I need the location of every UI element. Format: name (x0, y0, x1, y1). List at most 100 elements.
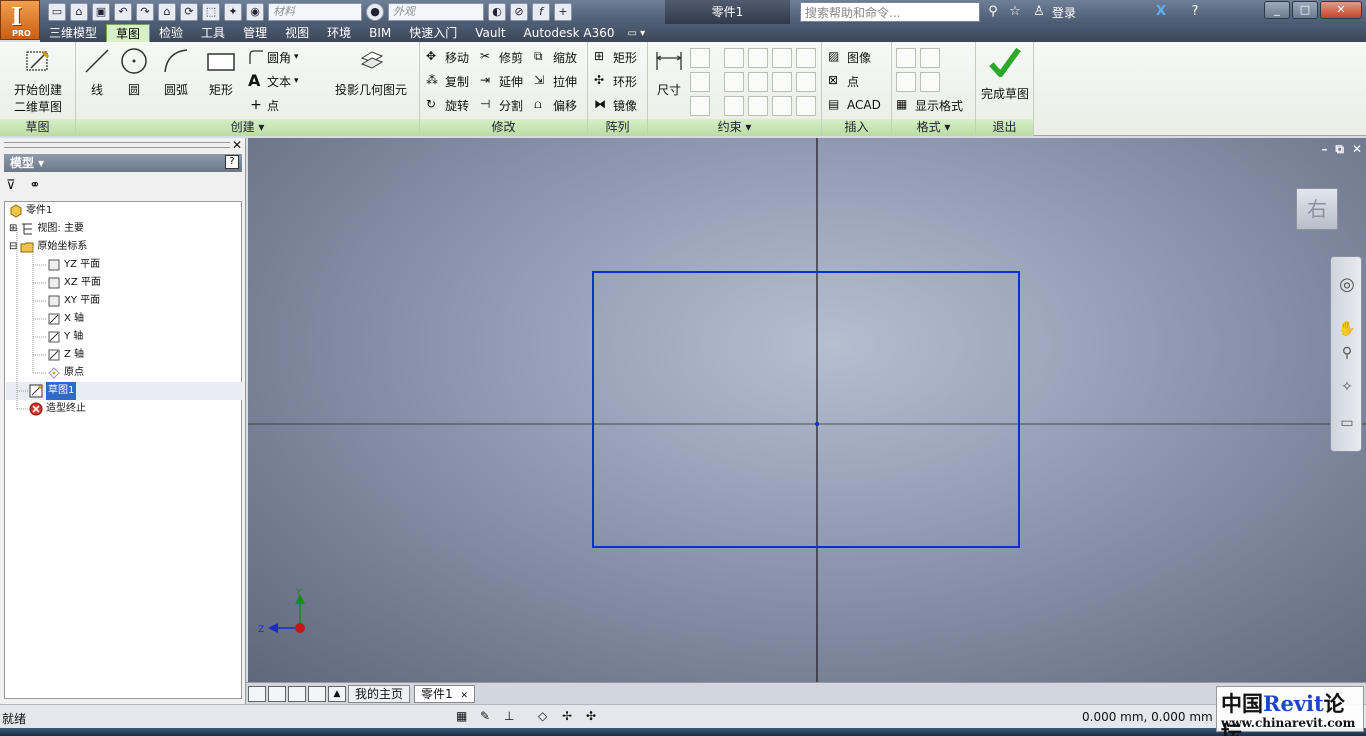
tab-3d-model[interactable]: 三维模型 (40, 24, 106, 42)
construction-icon[interactable] (896, 48, 916, 68)
orbit-icon[interactable]: ✧ (1337, 377, 1357, 397)
tangent-constraint-icon[interactable] (724, 96, 744, 116)
tab-close-icon[interactable]: ✕ (460, 691, 468, 701)
search-input[interactable]: 搜索帮助和命令... (800, 2, 980, 22)
new-file-icon[interactable]: ▭ (48, 3, 66, 21)
add-icon[interactable]: + (554, 3, 572, 21)
coincident-constraint-icon[interactable] (724, 48, 744, 68)
look-at-icon[interactable]: ▭ (1337, 413, 1357, 433)
appearance-sphere-icon[interactable]: ● (366, 3, 384, 21)
tab-sketch[interactable]: 草图 (106, 24, 151, 42)
fillet-button[interactable]: 圆角 ▾ (248, 47, 299, 67)
save-icon[interactable]: ▣ (92, 3, 110, 21)
extend-button[interactable]: ⇥ 延伸 (480, 71, 523, 91)
stretch-button[interactable]: ⇲ 拉伸 (534, 71, 577, 91)
find-binoculars-icon[interactable]: ⚭ (30, 178, 41, 193)
steering-wheel-icon[interactable]: ◎ (1337, 275, 1357, 295)
move-button[interactable]: ✥ 移动 (426, 47, 469, 67)
viewcube[interactable]: 右 (1296, 188, 1338, 230)
zoom-icon[interactable]: ⚲ (1337, 343, 1357, 363)
exchange-icon[interactable]: X (1152, 3, 1170, 21)
login-link[interactable]: 登录 (1052, 4, 1076, 21)
point-button[interactable]: + 点 (248, 95, 279, 115)
material-dropdown[interactable]: 材料 (268, 3, 362, 21)
browser-help-icon[interactable]: ? (225, 155, 239, 169)
tab-get-started[interactable]: 快速入门 (400, 24, 466, 42)
show-format-button[interactable]: ▦ 显示格式 (896, 95, 963, 115)
finish-sketch-button[interactable]: 完成草图 (978, 46, 1032, 102)
status-constraint-icon[interactable]: ✢ (562, 709, 578, 725)
fx-icon[interactable]: f (532, 3, 550, 21)
status-sketch-icon[interactable]: ✎ (480, 709, 496, 725)
tab-view[interactable]: 视图 (276, 24, 318, 42)
show-constraints-icon[interactable] (690, 72, 710, 92)
copy-button[interactable]: ⁂ 复制 (426, 71, 469, 91)
tab-environments[interactable]: 环境 (318, 24, 360, 42)
text-button[interactable]: A 文本 ▾ (248, 71, 299, 91)
home-icon[interactable]: ⌂ (158, 3, 176, 21)
status-plane-icon[interactable]: ◇ (538, 709, 554, 725)
line-button[interactable]: 线 (80, 46, 114, 98)
arc-button[interactable]: 圆弧 (156, 46, 196, 98)
canvas-close-icon[interactable]: ✕ (1352, 142, 1362, 157)
pan-hand-icon[interactable]: ✋ (1337, 319, 1357, 339)
browser-grip[interactable] (4, 142, 230, 148)
canvas-minimize-icon[interactable]: – (1321, 142, 1327, 157)
tab-inspect[interactable]: 检验 (150, 24, 192, 42)
project-geometry-button[interactable]: 投影几何图元 (330, 46, 412, 98)
application-menu-button[interactable]: I PRO (0, 0, 40, 40)
insert-image-button[interactable]: ▨ 图像 (828, 47, 871, 67)
vertical-constraint-icon[interactable] (796, 72, 816, 92)
tile-horizontal-icon[interactable] (288, 686, 306, 702)
horizontal-constraint-icon[interactable] (772, 72, 792, 92)
equal-constraint-icon[interactable] (796, 96, 816, 116)
tab-a360[interactable]: Autodesk A360 (515, 24, 624, 42)
rect-array-button[interactable]: ⊞ 矩形 (594, 47, 637, 67)
tab-manage[interactable]: 管理 (234, 24, 276, 42)
redo-icon[interactable]: ↷ (136, 3, 154, 21)
cascade-windows-icon[interactable] (248, 686, 266, 702)
smooth-constraint-icon[interactable] (748, 96, 768, 116)
appearance-dropdown[interactable]: 外观 (388, 3, 484, 21)
circle-button[interactable]: 圆 (116, 46, 152, 98)
tab-my-home[interactable]: 我的主页 (348, 685, 411, 703)
select-icon[interactable]: ⬚ (202, 3, 220, 21)
circular-array-button[interactable]: ✣ 环形 (594, 71, 637, 91)
fix-constraint-icon[interactable] (796, 48, 816, 68)
split-button[interactable]: ⊣ 分割 (480, 95, 523, 115)
panel-title-constrain[interactable]: 约束 ▾ (648, 119, 821, 136)
trim-button[interactable]: ✂ 修剪 (480, 47, 523, 67)
browser-header[interactable]: 模型 ▾ ? (4, 154, 242, 172)
tab-menu-up-icon[interactable]: ▲ (328, 686, 346, 702)
close-button[interactable]: ✕ (1320, 1, 1362, 19)
concentric-constraint-icon[interactable] (772, 48, 792, 68)
graphics-window[interactable]: – ⧉ ✕ 右 ◎ ✋ ⚲ ✧ ▭ Y Z (248, 138, 1366, 682)
ribbon-options-icon[interactable]: ▭ ▾ (628, 28, 646, 39)
rectangle-button[interactable]: 矩形 (200, 46, 242, 98)
scale-button[interactable]: ⧉ 缩放 (534, 47, 577, 67)
center-point-icon[interactable] (920, 72, 940, 92)
user-icon[interactable]: ♙ (1030, 3, 1048, 21)
constraint-settings-icon[interactable] (690, 96, 710, 116)
symmetric-constraint-icon[interactable] (772, 96, 792, 116)
tile-vertical-icon[interactable] (308, 686, 326, 702)
measure-icon[interactable]: ✦ (224, 3, 242, 21)
tab-tools[interactable]: 工具 (192, 24, 234, 42)
centerline-icon[interactable] (896, 72, 916, 92)
help-icon[interactable]: ? (1186, 3, 1204, 21)
binoculars-icon[interactable]: ⚲ (984, 3, 1002, 21)
tile-windows-icon[interactable] (268, 686, 286, 702)
auto-dimension-icon[interactable] (690, 48, 710, 68)
panel-title-create[interactable]: 创建 ▾ (76, 119, 419, 136)
maximize-button[interactable]: □ (1292, 1, 1318, 19)
dimension-button[interactable]: 尺寸 (652, 46, 686, 98)
color-wheel-icon[interactable]: ◉ (246, 3, 264, 21)
mirror-button[interactable]: ⧓ 镜像 (594, 95, 637, 115)
parallel-constraint-icon[interactable] (724, 72, 744, 92)
open-folder-icon[interactable]: ⌂ (70, 3, 88, 21)
collinear-constraint-icon[interactable] (748, 48, 768, 68)
start-2d-sketch-button[interactable]: 开始创建 二维草图 (6, 46, 70, 115)
star-icon[interactable]: ☆ (1006, 3, 1024, 21)
sketch-rectangle[interactable] (592, 271, 1020, 548)
status-dimension-icon[interactable]: ⊥ (504, 709, 520, 725)
